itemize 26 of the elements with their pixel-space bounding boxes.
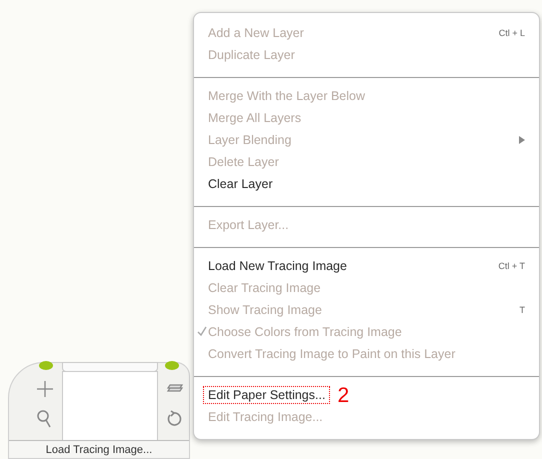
menu-item[interactable]: Clear Layer: [194, 173, 539, 195]
menu-item-label: Clear Layer: [208, 177, 274, 191]
menu-item-label: Merge All Layers: [208, 111, 302, 125]
menu-item-label: Merge With the Layer Below: [208, 89, 366, 103]
menu-item-label: Delete Layer: [208, 155, 280, 169]
callout-number: 2: [337, 384, 350, 406]
menu-item-label: Convert Tracing Image to Paint on this Layer: [208, 347, 456, 361]
menu-item[interactable]: Edit Paper Settings... 2: [194, 384, 539, 406]
menu-item-label: Choose Colors from Tracing Image: [208, 325, 403, 339]
menu-item-label: Edit Tracing Image...: [208, 410, 324, 424]
menu-item[interactable]: Load New Tracing Image Ctl + T: [194, 255, 539, 277]
menu-item-label: Show Tracing Image: [208, 303, 323, 317]
shortcut-label: Ctl + L: [498, 28, 525, 38]
load-tracing-image-button[interactable]: Load Tracing Image...: [9, 440, 189, 458]
menu-item-label: Duplicate Layer: [208, 48, 296, 62]
menu-item-label: Add a New Layer: [208, 26, 305, 40]
shortcut-label: Ctl + T: [498, 261, 525, 271]
menu-item-label: Clear Tracing Image: [208, 281, 322, 295]
leaf-icon: [39, 361, 53, 370]
shortcut-label: T: [520, 305, 525, 315]
menu-item-label: Load New Tracing Image: [208, 259, 348, 273]
menu-item-label: Export Layer...: [208, 218, 290, 232]
menu-item-label: Layer Blending: [208, 133, 292, 147]
menu-item-label: Edit Paper Settings...: [204, 387, 330, 403]
move-icon[interactable]: [35, 379, 55, 399]
leaf-icon: [165, 361, 179, 370]
